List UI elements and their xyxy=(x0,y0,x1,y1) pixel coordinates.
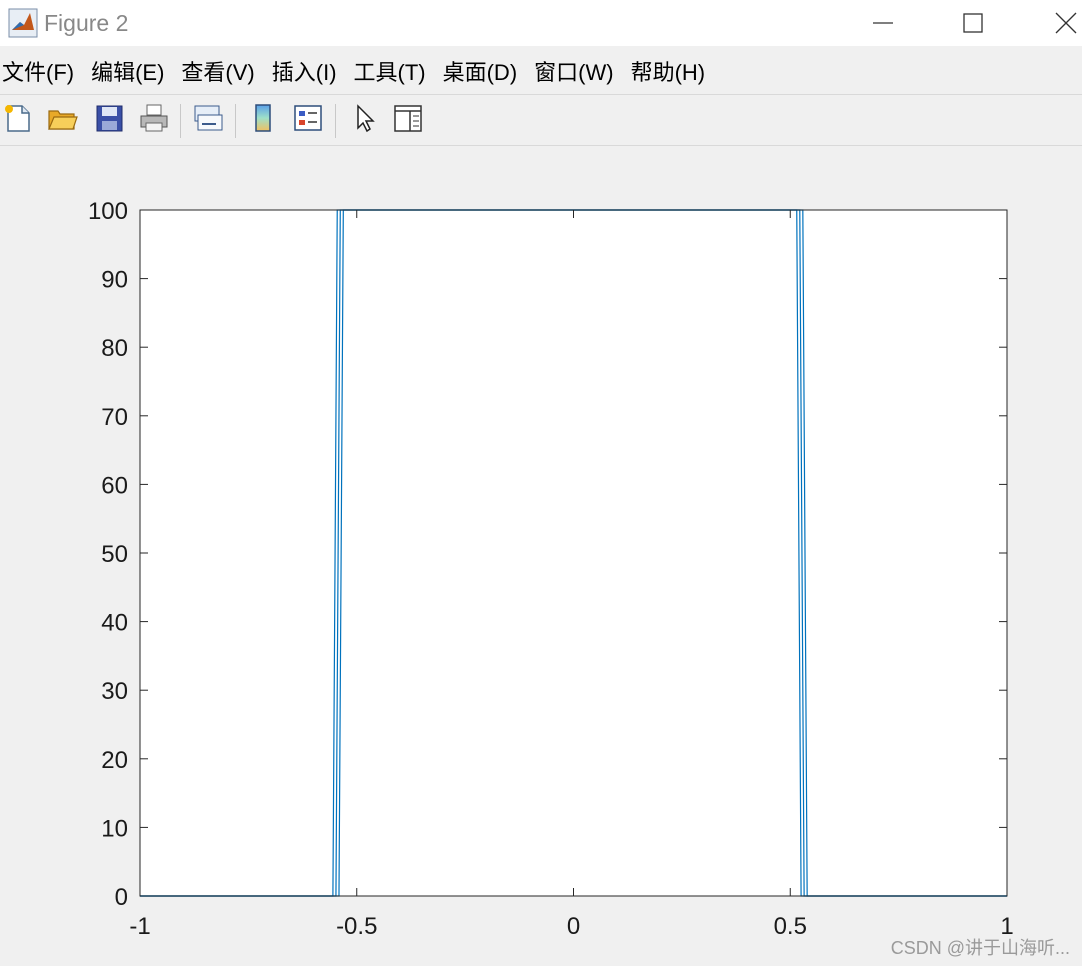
toolbar-separator xyxy=(235,104,236,138)
x-tick-label: 0.5 xyxy=(774,913,807,940)
menu-window[interactable]: 窗口(W) xyxy=(530,56,617,90)
toolbar-separator xyxy=(335,104,336,138)
y-tick-label: 70 xyxy=(101,404,128,431)
y-tick-label: 0 xyxy=(115,884,128,911)
maximize-button[interactable] xyxy=(928,0,1018,46)
figure-canvas: -1 -0.5 0 0.5 1 0 10 20 30 40 50 60 70 80 90 100 CSDN @… xyxy=(0,146,1082,966)
menu-file[interactable]: 文件(F) xyxy=(0,56,78,90)
title-bar: Figure 2 xyxy=(0,0,1082,46)
minimize-icon xyxy=(872,12,894,34)
plot-area[interactable]: -1 -0.5 0 0.5 10102030405060708090100 xyxy=(0,146,1082,966)
toolbar xyxy=(0,96,1082,144)
close-button[interactable] xyxy=(1021,0,1082,46)
new-figure-icon xyxy=(2,102,34,139)
y-tick-label: 40 xyxy=(101,610,128,637)
save-icon xyxy=(93,102,125,139)
colorbar-icon xyxy=(247,102,279,139)
watermark: CSDN @讲于山海听... xyxy=(890,938,1070,958)
y-tick-label: 20 xyxy=(101,747,128,774)
link-plot-icon xyxy=(192,102,224,139)
x-tick-label: -1 xyxy=(129,913,150,940)
open-file-icon xyxy=(46,102,78,139)
print-icon xyxy=(138,102,170,139)
select-pointer-button[interactable] xyxy=(347,102,383,138)
y-tick-label: 60 xyxy=(101,472,128,499)
save-button[interactable] xyxy=(91,102,127,138)
select-pointer-icon xyxy=(349,102,381,139)
maximize-icon xyxy=(962,12,984,34)
property-editor-button[interactable] xyxy=(390,102,426,138)
y-tick-label: 10 xyxy=(101,815,128,842)
x-tick-label: -0.5 xyxy=(336,913,377,940)
legend-icon xyxy=(292,102,324,139)
window-title: Figure 2 xyxy=(44,10,129,36)
menu-desktop[interactable]: 桌面(D) xyxy=(439,56,522,90)
y-tick-label: 30 xyxy=(101,678,128,705)
colorbar-button[interactable] xyxy=(245,102,281,138)
matlab-icon xyxy=(8,8,38,38)
property-editor-icon xyxy=(392,102,424,139)
new-figure-button[interactable] xyxy=(0,102,36,138)
menu-edit[interactable]: 编辑(E) xyxy=(87,56,168,90)
y-tick-label: 100 xyxy=(88,198,128,225)
menu-tools[interactable]: 工具(T) xyxy=(350,56,430,90)
menu-bar: 文件(F) 编辑(E) 查看(V) 插入(I) 工具(T) 桌面(D) 窗口(W… xyxy=(0,56,1082,90)
menu-divider xyxy=(0,94,1082,95)
menu-insert[interactable]: 插入(I) xyxy=(268,56,341,90)
toolbar-separator xyxy=(180,104,181,138)
open-file-button[interactable] xyxy=(44,102,80,138)
close-icon xyxy=(1055,12,1077,34)
y-tick-label: 50 xyxy=(101,541,128,568)
menu-help[interactable]: 帮助(H) xyxy=(627,56,710,90)
print-button[interactable] xyxy=(136,102,172,138)
menu-view[interactable]: 查看(V) xyxy=(177,56,258,90)
legend-button[interactable] xyxy=(290,102,326,138)
y-tick-label: 90 xyxy=(101,267,128,294)
link-plot-button[interactable] xyxy=(190,102,226,138)
x-tick-label: 0 xyxy=(567,913,580,940)
axes-background xyxy=(140,210,1007,896)
y-tick-label: 80 xyxy=(101,335,128,362)
minimize-button[interactable] xyxy=(838,0,928,46)
